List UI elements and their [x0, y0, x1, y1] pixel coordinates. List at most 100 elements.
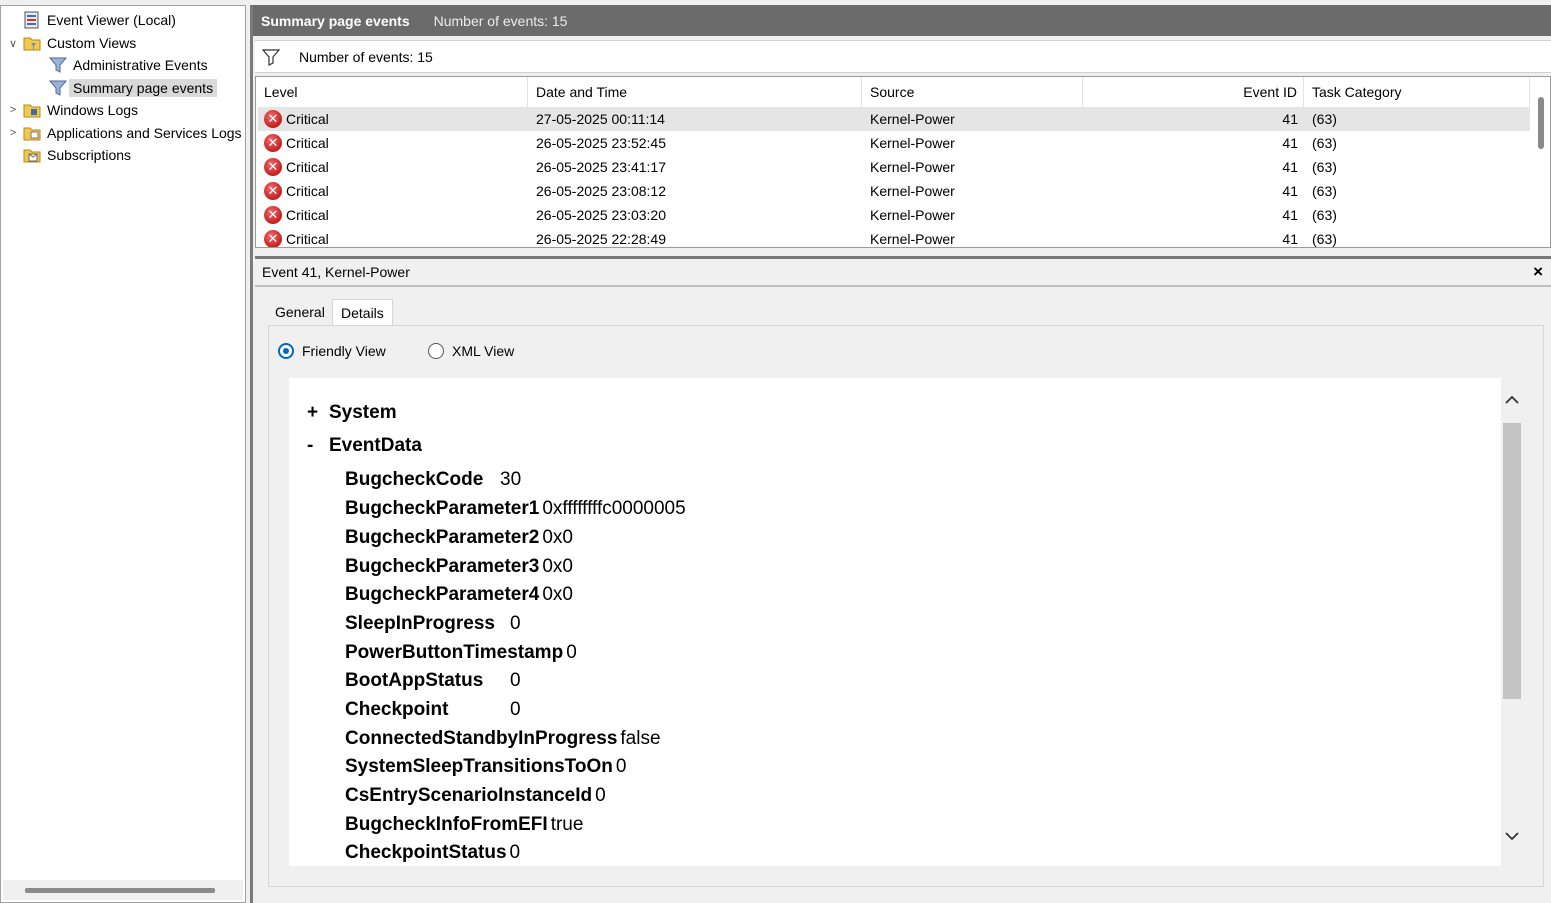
- view-header: Summary page events Number of events: 15: [253, 5, 1551, 36]
- tree-item-summary-page-events[interactable]: Summary page events: [33, 77, 218, 99]
- field-value: 0x0: [542, 556, 573, 577]
- system-section[interactable]: + System: [307, 402, 397, 424]
- eventdata-field: CheckpointStatus 0: [345, 839, 520, 867]
- table-row[interactable]: ✕ Critical 26-05-2025 23:03:20 Kernel-Pow…: [258, 203, 1530, 227]
- tree-item-label: Event Viewer (Local): [47, 12, 176, 28]
- field-name: BugcheckCode: [345, 469, 484, 490]
- date-cell: 26-05-2025 23:03:20: [536, 207, 666, 223]
- expand-icon[interactable]: +: [307, 402, 329, 424]
- chevron-up-icon[interactable]: [1503, 393, 1521, 411]
- event-id-cell: 41: [1282, 159, 1298, 175]
- level-cell: Critical: [286, 231, 329, 247]
- tree-item-windows-logs[interactable]: > Windows Logs: [7, 99, 138, 121]
- column-header-date-time[interactable]: Date and Time: [528, 77, 862, 107]
- eventdata-field: CsEntryScenarioInstanceId 0: [345, 782, 606, 810]
- tree-item-label: Administrative Events: [73, 57, 208, 73]
- filter-icon: [48, 79, 68, 97]
- event-id-cell: 41: [1282, 135, 1298, 151]
- detail-title: Event 41, Kernel-Power: [255, 259, 1551, 287]
- event-id-cell: 41: [1282, 207, 1298, 223]
- chevron-right-icon[interactable]: >: [7, 127, 19, 139]
- table-row[interactable]: ✕ Critical 26-05-2025 23:41:17 Kernel-Pow…: [258, 155, 1530, 179]
- field-name: BugcheckParameter2: [345, 527, 540, 548]
- collapse-icon[interactable]: -: [307, 435, 329, 457]
- tree-item-applications-and-services-logs[interactable]: > Applications and Services Logs: [7, 122, 242, 144]
- friendly-view-label: Friendly View: [302, 343, 386, 359]
- eventdata-field: BootAppStatus 0: [345, 667, 521, 695]
- filter-bar: Number of events: 15: [255, 40, 1551, 73]
- tab-general[interactable]: General: [267, 299, 333, 325]
- field-value: 0: [615, 756, 627, 777]
- funnel-icon: [261, 47, 281, 67]
- folder-icon: [23, 124, 41, 142]
- critical-error-icon: ✕: [264, 182, 282, 200]
- field-value: false: [620, 728, 661, 749]
- eventdata-label: EventData: [329, 435, 422, 456]
- critical-error-icon: ✕: [264, 110, 282, 128]
- critical-error-icon: ✕: [264, 206, 282, 224]
- event-id-cell: 41: [1282, 231, 1298, 247]
- source-cell: Kernel-Power: [870, 111, 955, 127]
- tree-item-label: Custom Views: [47, 35, 137, 51]
- field-name: CheckpointStatus: [345, 842, 507, 863]
- radio-unselected-icon: [428, 343, 444, 359]
- task-category-cell: (63): [1312, 207, 1337, 223]
- tree-item-event-viewer-local[interactable]: Event Viewer (Local): [7, 9, 176, 31]
- close-icon[interactable]: ×: [1533, 262, 1543, 282]
- filter-summary: Number of events: 15: [299, 48, 433, 65]
- field-value: 0: [510, 670, 521, 691]
- chevron-down-icon[interactable]: [1503, 829, 1521, 847]
- field-name: ConnectedStandbyInProgress: [345, 728, 618, 749]
- tab-details[interactable]: Details: [332, 299, 393, 325]
- system-label: System: [329, 402, 397, 423]
- xml-view-radio[interactable]: XML View: [428, 343, 514, 359]
- events-vertical-scrollbar[interactable]: [1530, 77, 1550, 247]
- field-value: 0x0: [542, 527, 573, 548]
- folder-icon: [23, 34, 41, 52]
- scrollbar-thumb[interactable]: [25, 888, 215, 893]
- tree-item-label: Subscriptions: [47, 147, 132, 163]
- field-name: BugcheckParameter4: [345, 584, 540, 605]
- field-value: 0: [510, 613, 521, 634]
- tree-item-administrative-events[interactable]: Administrative Events: [33, 54, 208, 76]
- scrollbar-thumb[interactable]: [1538, 97, 1544, 149]
- level-cell: Critical: [286, 111, 329, 127]
- tree-horizontal-scrollbar[interactable]: [3, 880, 243, 900]
- field-name: BootAppStatus: [345, 670, 484, 691]
- column-header-level[interactable]: Level: [256, 77, 528, 107]
- field-value: 0: [595, 785, 606, 806]
- event-id-cell: 41: [1282, 183, 1298, 199]
- column-header-source[interactable]: Source: [862, 77, 1083, 107]
- table-row[interactable]: ✕ Critical 26-05-2025 23:52:45 Kernel-Pow…: [258, 131, 1530, 155]
- field-name: PowerButtonTimestamp: [345, 642, 564, 663]
- table-row[interactable]: ✕ Critical 27-05-2025 00:11:14 Kernel-Pow…: [258, 107, 1530, 131]
- details-vertical-scrollbar[interactable]: [1501, 389, 1523, 849]
- friendly-view-radio[interactable]: Friendly View: [278, 343, 386, 359]
- table-row[interactable]: ✕ Critical 26-05-2025 23:08:12 Kernel-Pow…: [258, 179, 1530, 203]
- chevron-right-icon[interactable]: >: [7, 104, 19, 116]
- event-detail-panel: Event 41, Kernel-Power × General Details…: [255, 256, 1551, 903]
- folder-icon: [23, 101, 41, 119]
- scrollbar-thumb[interactable]: [1503, 423, 1521, 699]
- eventdata-field: PowerButtonTimestamp 0: [345, 639, 577, 667]
- eventdata-field: BugcheckInfoFromEFI true: [345, 811, 583, 839]
- level-cell: Critical: [286, 183, 329, 199]
- task-category-cell: (63): [1312, 183, 1337, 199]
- source-cell: Kernel-Power: [870, 231, 955, 247]
- level-cell: Critical: [286, 159, 329, 175]
- date-cell: 26-05-2025 22:28:49: [536, 231, 666, 247]
- chevron-down-icon[interactable]: ∨: [7, 37, 19, 50]
- eventdata-field: BugcheckParameter2 0x0: [345, 524, 573, 552]
- field-value: true: [550, 814, 584, 835]
- tree-item-label: Windows Logs: [47, 102, 139, 118]
- table-row[interactable]: ✕ Critical 26-05-2025 22:28:49 Kernel-Pow…: [258, 227, 1530, 247]
- field-value: 30: [500, 469, 522, 490]
- column-header-event-id[interactable]: Event ID: [1083, 77, 1304, 107]
- eventdata-field: ConnectedStandbyInProgress false: [345, 725, 661, 753]
- field-value: 0: [510, 699, 521, 720]
- tree-item-custom-views[interactable]: ∨ Custom Views: [7, 32, 136, 54]
- tree-item-subscriptions[interactable]: Subscriptions: [7, 144, 131, 166]
- eventdata-section[interactable]: - EventData: [307, 435, 422, 457]
- column-header-task-category[interactable]: Task Category: [1304, 77, 1530, 107]
- field-name: CsEntryScenarioInstanceId: [345, 785, 593, 806]
